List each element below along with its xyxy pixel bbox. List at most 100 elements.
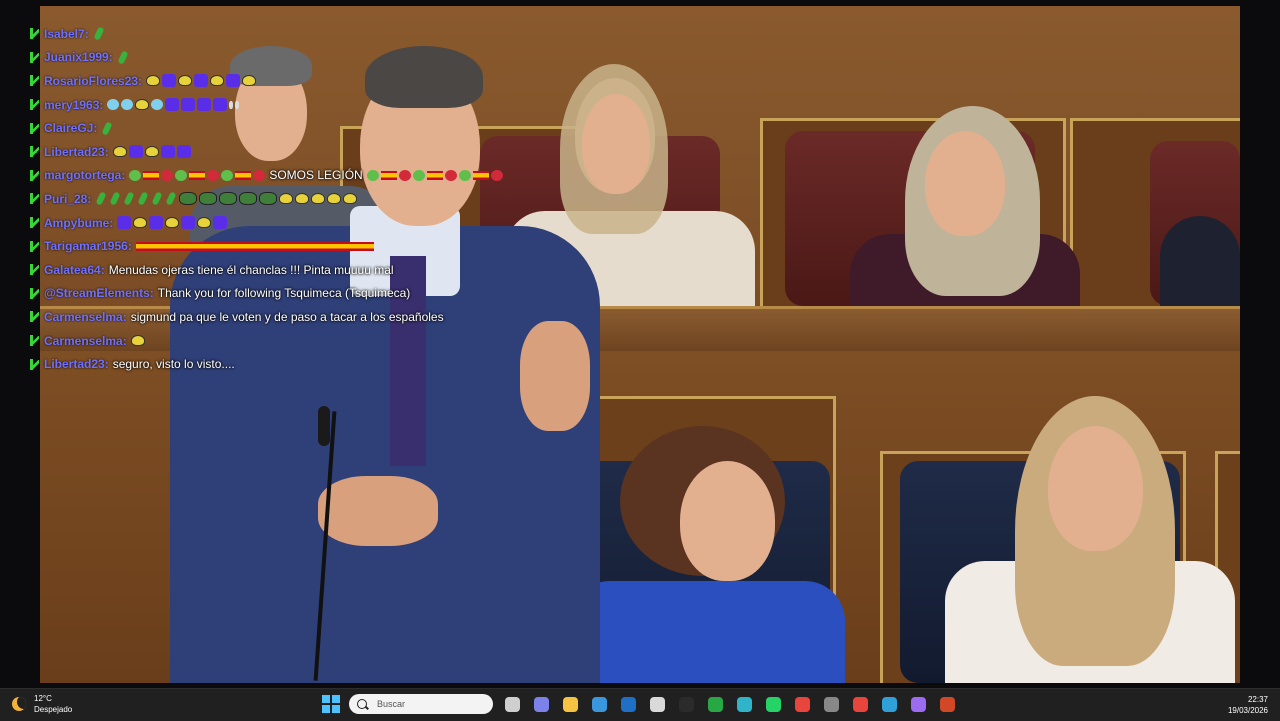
chat-username[interactable]: Carmenselma	[44, 334, 123, 348]
emote-yel-icon	[343, 193, 358, 205]
chat-message: Ampybume:	[30, 211, 500, 235]
chat-username[interactable]: Isabel7	[44, 27, 85, 41]
camtasia-icon[interactable]	[705, 694, 725, 714]
chat-text: Thank you for following Tsquimeca (Tsqui…	[157, 286, 411, 301]
chat-text: seguro, visto lo visto....	[112, 357, 235, 372]
chat-separator: :	[100, 262, 105, 277]
emote-heart-r-icon	[207, 169, 220, 181]
kick-badge-icon	[30, 28, 40, 40]
chat-username[interactable]: mery1963	[44, 98, 99, 112]
chat-separator: :	[127, 239, 132, 254]
chat-message: @StreamElements: Thank you for following …	[30, 282, 500, 306]
obs-icon[interactable]	[647, 694, 667, 714]
emote-grn-icon	[93, 26, 105, 41]
cortana-icon[interactable]	[908, 694, 928, 714]
clock-time: 22:37	[1247, 695, 1268, 704]
teams-badge-icon[interactable]	[879, 694, 899, 714]
edge-icon[interactable]	[734, 694, 754, 714]
chat-emotes	[112, 145, 191, 159]
windows-start-icon[interactable]	[322, 695, 340, 713]
chat-message: ClaireGJ:	[30, 116, 500, 140]
chat-username[interactable]: Ampybume	[44, 216, 109, 230]
microsoft-store-icon[interactable]	[589, 694, 609, 714]
kick-badge-icon	[30, 169, 40, 181]
chat-message: Puri_28:	[30, 187, 500, 211]
chat-username[interactable]: @StreamElements	[44, 286, 150, 300]
chat-separator: :	[122, 309, 127, 324]
emote-frog-icon	[199, 192, 218, 206]
chat-message: mery1963:	[30, 93, 500, 117]
emote-yel-icon	[178, 75, 193, 87]
emote-grn-icon	[123, 191, 135, 207]
powerpoint-icon[interactable]	[937, 694, 957, 714]
system-clock[interactable]: 22:37 19/03/2026	[1228, 694, 1268, 716]
emote-frog-icon	[259, 192, 278, 206]
app-icon-glyph	[823, 696, 839, 712]
weather-temperature: 12°C	[34, 694, 52, 703]
stream-chat-overlay: Isabel7: Juanix1999: RosarioFlores23: mery1…	[30, 22, 503, 376]
emote-pur-icon	[194, 74, 209, 88]
chat-emotes	[93, 26, 105, 41]
teams-icon[interactable]	[531, 694, 551, 714]
outlook-icon[interactable]	[618, 694, 638, 714]
chat-username[interactable]: Tarigamar1956	[44, 239, 128, 253]
emote-heart-r-icon	[161, 169, 174, 181]
emote-pur-icon	[181, 98, 196, 112]
chrome-icon[interactable]	[792, 694, 812, 714]
emote-pur-icon	[213, 98, 228, 112]
chat-username[interactable]: ClaireGJ	[44, 121, 93, 135]
emote-frog-icon	[219, 192, 238, 206]
chat-username[interactable]: RosarioFlores23	[44, 74, 138, 88]
whatsapp-icon-glyph	[765, 696, 781, 712]
emote-cyan-icon	[151, 99, 164, 111]
camtasia-icon-glyph	[707, 696, 723, 712]
kick-badge-icon	[30, 193, 40, 205]
search-input[interactable]	[375, 698, 479, 710]
chat-emotes	[146, 74, 257, 88]
emote-pur-icon	[165, 98, 180, 112]
taskbar-apps	[322, 694, 957, 714]
file-explorer-icon[interactable]	[560, 694, 580, 714]
emote-grn-icon	[95, 191, 107, 207]
chat-username[interactable]: Libertad23	[44, 357, 105, 371]
task-view-icon-glyph	[504, 696, 520, 712]
windows-taskbar: 12°C Despejado 22:37 19/03/2026	[0, 688, 1280, 721]
emote-heart-g-icon	[175, 169, 188, 181]
weather-widget[interactable]: 12°C Despejado	[12, 693, 72, 715]
emote-heart-g-icon	[458, 169, 471, 181]
kick-badge-icon	[30, 287, 40, 299]
emote-heart-g-icon	[366, 169, 379, 181]
task-view-icon[interactable]	[502, 694, 522, 714]
emote-yel-icon	[133, 217, 148, 229]
chat-separator: :	[104, 144, 109, 159]
powerpoint-icon-glyph	[939, 696, 955, 712]
emote-yel-icon	[311, 193, 326, 205]
search-icon	[357, 699, 367, 709]
emote-flag-icon	[380, 170, 397, 180]
chat-username[interactable]: Carmenselma	[44, 310, 123, 324]
emote-pur-icon	[128, 145, 143, 159]
taskbar-search[interactable]	[349, 694, 493, 714]
chat-text: SOMOS LEGIÓN	[269, 168, 363, 183]
chat-emotes	[117, 50, 129, 65]
app-icon[interactable]	[821, 694, 841, 714]
emote-grn-icon	[117, 50, 129, 65]
emote-heart-r-icon	[444, 169, 457, 181]
emote-pur-icon	[160, 145, 175, 159]
chat-text: Menudas ojeras tiene él chanclas !!! Pin…	[108, 262, 394, 277]
emote-yel-icon	[242, 75, 257, 87]
emote-flag-icon	[189, 170, 206, 180]
chrome-profile-icon[interactable]	[850, 694, 870, 714]
github-icon[interactable]	[676, 694, 696, 714]
whatsapp-icon[interactable]	[763, 694, 783, 714]
emote-yel-icon	[112, 146, 127, 158]
chat-username[interactable]: Galatea64	[44, 263, 101, 277]
chat-username[interactable]: Libertad23	[44, 145, 105, 159]
chat-username[interactable]: Puri_28	[44, 192, 87, 206]
emote-flag-icon	[426, 170, 443, 180]
emote-cyan-icon	[107, 99, 120, 111]
emote-yel-icon	[165, 217, 180, 229]
chat-username[interactable]: Juanix1999	[44, 50, 109, 64]
chat-separator: :	[93, 121, 98, 136]
chat-username[interactable]: margotortega	[44, 168, 121, 182]
